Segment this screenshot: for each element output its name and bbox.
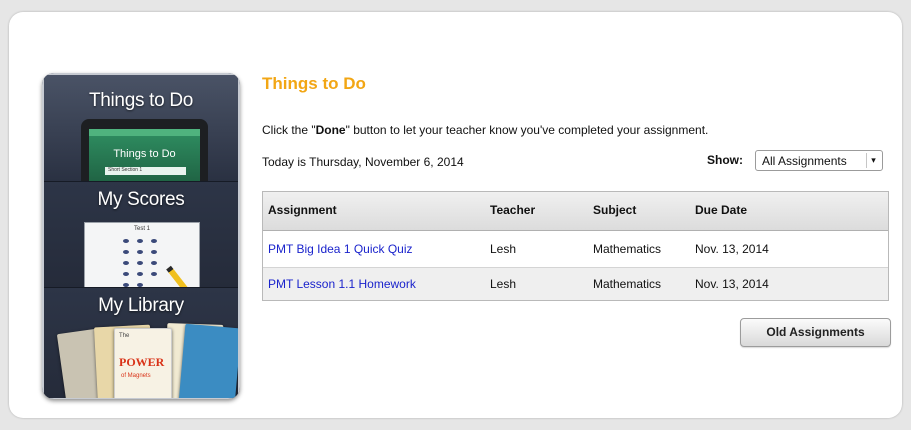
teacher-cell: Lesh [490,277,517,291]
assignment-link[interactable]: PMT Lesson 1.1 Homework [268,277,416,291]
sidebar-item-label: Things to Do [88,90,194,111]
book-power: POWER [119,355,165,369]
instructions-text: Click the "Done" button to let your teac… [262,123,708,137]
table-header: Assignment Teacher Subject Due Date [263,192,888,231]
tablet-screen-title: Things to Do [113,148,176,160]
column-header-teacher[interactable]: Teacher [490,203,535,217]
show-filter-select[interactable]: All Assignments ▾ [755,150,883,171]
teacher-cell: Lesh [490,242,517,256]
books-illustration: The POWER of Magnets [56,322,238,398]
tablet-screen-bar [89,129,200,136]
sidebar-item-label: My Library [98,295,184,316]
score-sheet-title: Test 1 [133,226,150,232]
sidebar-nav: Things to Do Things to Do Short Section … [42,73,240,399]
page-title: Things to Do [262,74,366,93]
today-date: Today is Thursday, November 6, 2014 [262,155,464,169]
table-row: PMT Lesson 1.1 Homework Lesh Mathematics… [263,268,888,300]
show-filter-value: All Assignments [762,154,847,168]
assignments-table: Assignment Teacher Subject Due Date PMT … [262,191,889,301]
book-subtitle: of Magnets [121,373,151,379]
due-date-cell: Nov. 13, 2014 [695,242,769,256]
score-sheet-illustration: Test 1 [84,222,200,288]
book-cover [178,323,238,398]
book-title: The [119,333,130,339]
sidebar-item-things-to-do[interactable]: Things to Do Things to Do Short Section … [44,75,238,181]
due-date-cell: Nov. 13, 2014 [695,277,769,291]
column-header-assignment[interactable]: Assignment [268,203,337,217]
show-label: Show: [707,153,743,167]
sidebar-item-my-scores[interactable]: My Scores Test 1 [44,181,238,288]
book-cover-power-of-magnets: The POWER of Magnets [114,328,172,398]
subject-cell: Mathematics [593,277,662,291]
sidebar-item-label: My Scores [97,189,185,210]
answer-row [93,261,188,265]
answer-row [93,239,188,243]
assignment-link[interactable]: PMT Big Idea 1 Quick Quiz [268,242,413,256]
tablet-illustration: Things to Do Short Section 1 [81,119,208,181]
instructions-done-word: Done [315,123,346,137]
column-header-subject[interactable]: Subject [593,203,636,217]
tablet-screen: Things to Do Short Section 1 [89,129,200,181]
instructions-suffix: " button to let your teacher know you've… [345,123,709,137]
subject-cell: Mathematics [593,242,662,256]
table-row: PMT Big Idea 1 Quick Quiz Lesh Mathemati… [263,231,888,268]
chevron-down-icon[interactable]: ▾ [866,153,880,168]
instructions-prefix: Click the " [262,123,316,137]
tablet-screen-row: Short Section 1 [105,167,186,175]
answer-row [93,250,188,254]
sidebar-item-my-library[interactable]: My Library The POWER of Magnets [44,287,238,398]
old-assignments-button[interactable]: Old Assignments [740,318,891,347]
column-header-due-date[interactable]: Due Date [695,203,747,217]
